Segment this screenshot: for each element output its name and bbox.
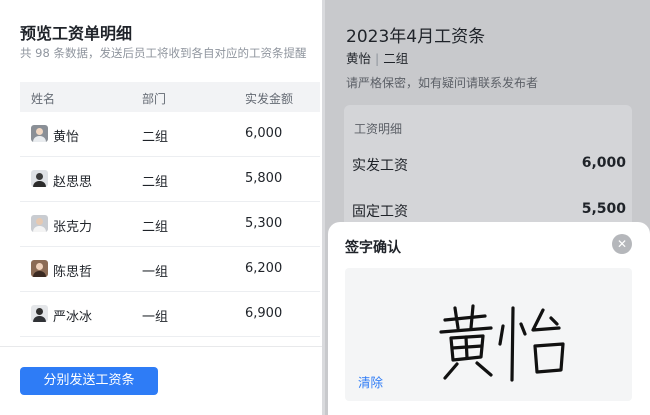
avatar bbox=[31, 125, 48, 142]
row-dept: 一组 bbox=[142, 310, 169, 325]
detail-value: 5,500 bbox=[581, 201, 626, 217]
details-label: 工资明细 bbox=[354, 122, 403, 136]
row-dept: 一组 bbox=[142, 265, 169, 280]
row-dept: 二组 bbox=[142, 175, 169, 190]
column-header-name: 姓名 bbox=[31, 92, 56, 106]
row-dept: 二组 bbox=[142, 220, 169, 235]
signature-sheet: 签字确认 ✕ 清除 bbox=[328, 222, 650, 415]
signature-title: 签字确认 bbox=[345, 240, 401, 256]
table-row[interactable]: 严冰冰 一组 6,900 bbox=[20, 292, 320, 337]
table-row[interactable]: 赵思思 二组 5,800 bbox=[20, 157, 320, 202]
row-name: 张克力 bbox=[53, 220, 93, 235]
preview-panel: 预览工资单明细 共 98 条数据，发送后员工将收到各自对应的工资条提醒 姓名 部… bbox=[0, 0, 322, 415]
table-row[interactable]: 张克力 二组 5,300 bbox=[20, 202, 320, 247]
row-amount: 6,000 bbox=[245, 126, 283, 141]
detail-label: 固定工资 bbox=[352, 204, 408, 220]
signature-pad[interactable]: 清除 bbox=[345, 268, 632, 401]
avatar bbox=[31, 170, 48, 187]
detail-label: 实发工资 bbox=[352, 158, 408, 174]
avatar bbox=[31, 305, 48, 322]
table-row[interactable]: 陈思哲 一组 6,200 bbox=[20, 247, 320, 292]
clear-signature-button[interactable]: 清除 bbox=[358, 372, 383, 391]
row-dept: 二组 bbox=[142, 130, 169, 145]
row-name: 赵思思 bbox=[53, 175, 93, 190]
row-amount: 6,200 bbox=[245, 261, 283, 276]
row-name: 陈思哲 bbox=[53, 265, 93, 280]
handwritten-signature bbox=[439, 304, 565, 382]
panel-divider bbox=[322, 0, 325, 415]
row-amount: 6,900 bbox=[245, 306, 283, 321]
avatar bbox=[31, 215, 48, 232]
detail-row: 实发工资 6,000 bbox=[352, 155, 626, 175]
payslip-details-card: 工资明细 实发工资 6,000 固定工资 5,500 bbox=[344, 105, 632, 235]
payslip-title: 2023年4月工资条 bbox=[346, 27, 486, 47]
row-amount: 5,800 bbox=[245, 171, 283, 186]
preview-title: 预览工资单明细 bbox=[20, 24, 133, 43]
send-payslips-button[interactable]: 分别发送工资条 bbox=[20, 367, 158, 395]
row-amount: 5,300 bbox=[245, 216, 283, 231]
detail-row: 固定工资 5,500 bbox=[352, 201, 626, 221]
employee-dept: 二组 bbox=[383, 51, 409, 66]
column-header-amount: 实发金额 bbox=[245, 92, 294, 106]
row-name: 黄怡 bbox=[53, 130, 80, 145]
preview-subtitle: 共 98 条数据，发送后员工将收到各自对应的工资条提醒 bbox=[20, 46, 307, 60]
row-name: 严冰冰 bbox=[53, 310, 93, 325]
payslip-note: 请严格保密，如有疑问请联系发布者 bbox=[346, 76, 539, 90]
table-header: 姓名 部门 实发金额 bbox=[20, 82, 320, 112]
avatar bbox=[31, 260, 48, 277]
column-header-dept: 部门 bbox=[142, 92, 167, 106]
footer-divider bbox=[0, 346, 322, 347]
table-row[interactable]: 黄怡 二组 6,000 bbox=[20, 112, 320, 157]
employee-name: 黄怡 bbox=[346, 51, 372, 66]
payslip-employee: 黄怡 | 二组 bbox=[346, 48, 408, 67]
detail-value: 6,000 bbox=[581, 155, 626, 171]
close-icon[interactable]: ✕ bbox=[612, 234, 632, 254]
employee-separator: | bbox=[375, 51, 380, 66]
